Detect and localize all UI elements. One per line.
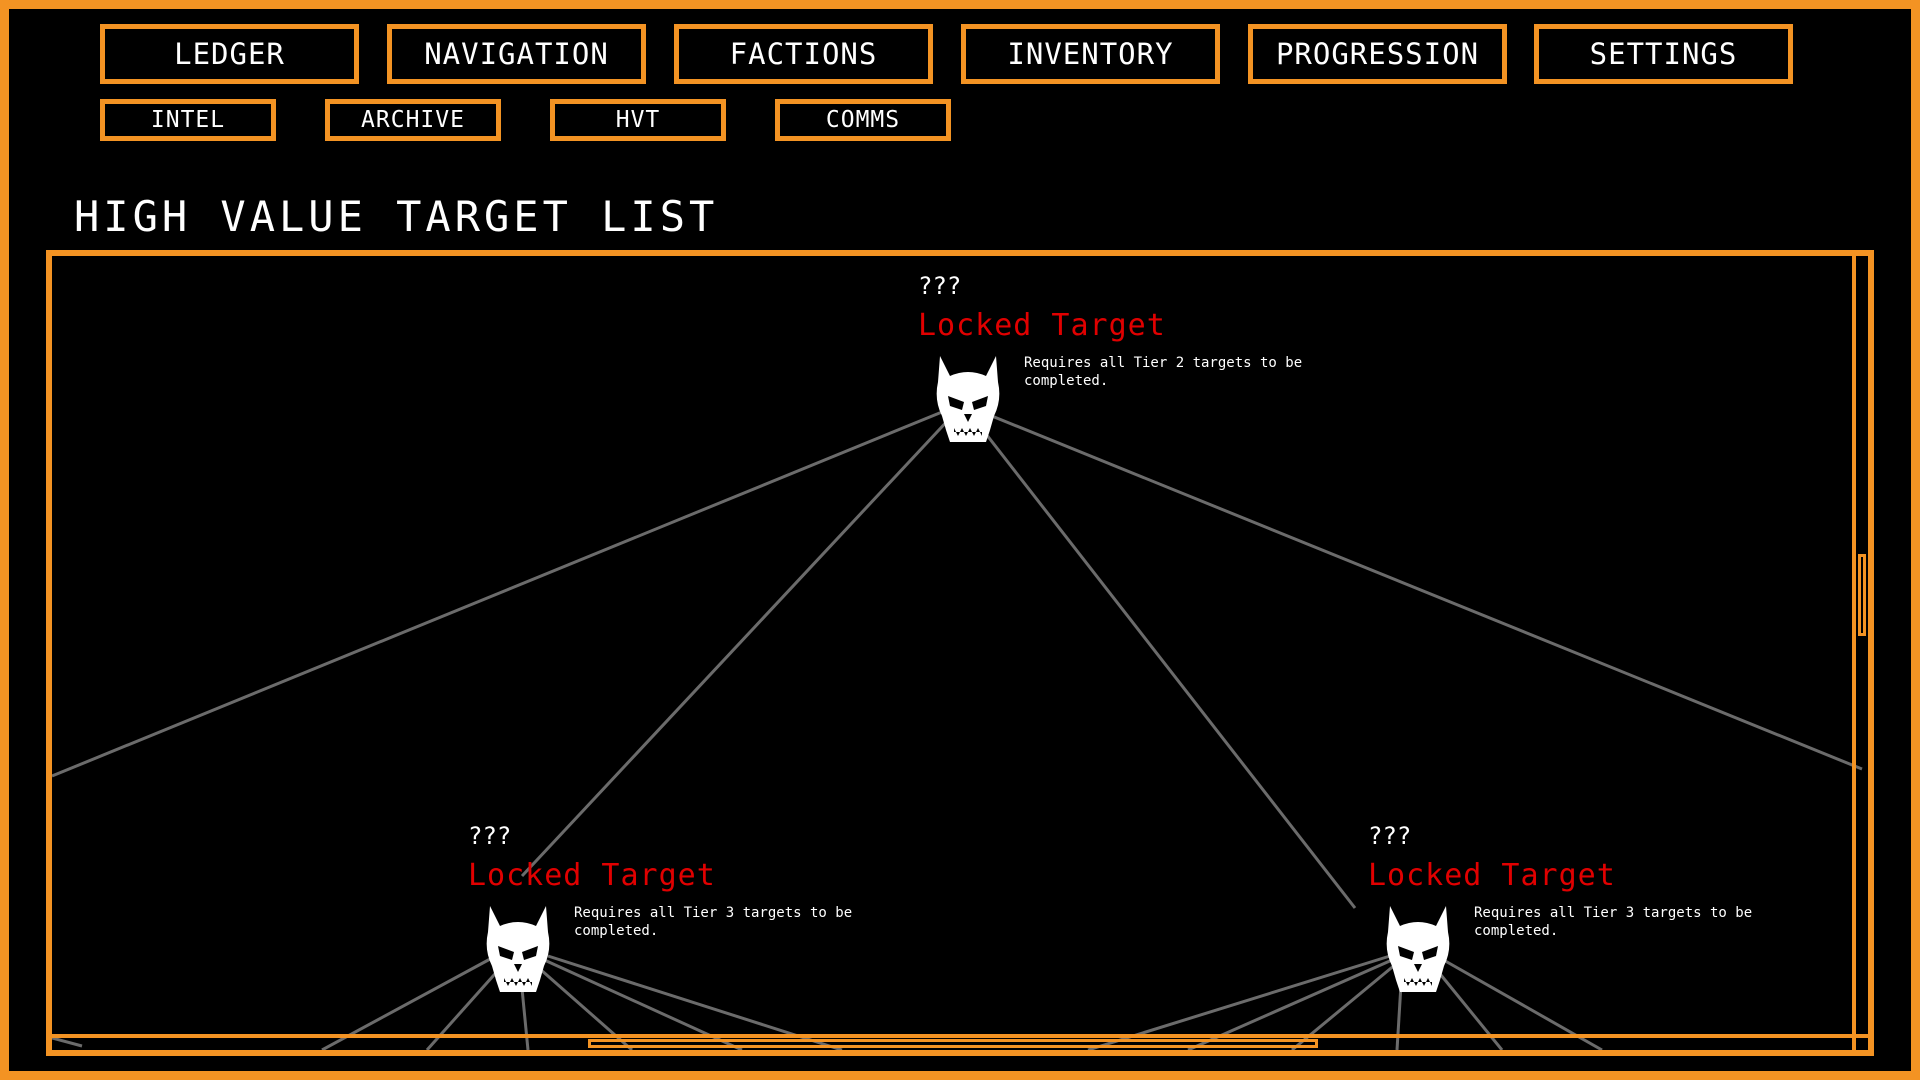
subtab-intel[interactable]: INTEL — [100, 99, 276, 141]
connector-line — [981, 410, 1863, 771]
target-node-left[interactable]: ??? Locked Target Requires all Tier 3 ta… — [468, 822, 928, 1012]
target-tree-panel[interactable]: ??? Locked Target Requires all Tier 2 ta… — [46, 250, 1874, 1056]
target-requirement: Requires all Tier 3 targets to be comple… — [574, 905, 853, 939]
target-name: ??? — [468, 822, 512, 850]
tab-settings[interactable]: SETTINGS — [1534, 24, 1793, 84]
page-title: HIGH VALUE TARGET LIST — [74, 192, 719, 241]
vertical-scrollbar[interactable] — [1852, 256, 1868, 1036]
target-name: ??? — [918, 272, 962, 300]
subtab-archive[interactable]: ARCHIVE — [325, 99, 501, 141]
target-status: Locked Target — [1368, 858, 1616, 893]
target-status: Locked Target — [468, 858, 716, 893]
demon-skull-icon[interactable] — [1386, 906, 1450, 996]
demon-skull-icon[interactable] — [486, 906, 550, 996]
target-requirement: Requires all Tier 2 targets to be comple… — [1024, 355, 1303, 389]
connector-line — [52, 410, 943, 778]
connector-line — [970, 415, 1357, 909]
scrollbar-corner — [1852, 1034, 1868, 1050]
tab-ledger[interactable]: LEDGER — [100, 24, 359, 84]
demon-skull-icon[interactable] — [936, 356, 1000, 446]
tab-inventory[interactable]: INVENTORY — [961, 24, 1220, 84]
vertical-scroll-thumb[interactable] — [1858, 554, 1866, 636]
subtab-hvt[interactable]: HVT — [550, 99, 726, 141]
target-requirement: Requires all Tier 3 targets to be comple… — [1474, 905, 1753, 939]
target-status: Locked Target — [918, 308, 1166, 343]
tab-navigation[interactable]: NAVIGATION — [387, 24, 646, 84]
horizontal-scrollbar[interactable] — [52, 1034, 1860, 1050]
connector-line — [520, 414, 954, 878]
subtab-comms[interactable]: COMMS — [775, 99, 951, 141]
target-node-top[interactable]: ??? Locked Target Requires all Tier 2 ta… — [918, 272, 1378, 462]
tab-progression[interactable]: PROGRESSION — [1248, 24, 1507, 84]
target-name: ??? — [1368, 822, 1412, 850]
horizontal-scroll-thumb[interactable] — [588, 1039, 1318, 1048]
target-node-right[interactable]: ??? Locked Target Requires all Tier 3 ta… — [1368, 822, 1828, 1012]
tab-factions[interactable]: FACTIONS — [674, 24, 933, 84]
